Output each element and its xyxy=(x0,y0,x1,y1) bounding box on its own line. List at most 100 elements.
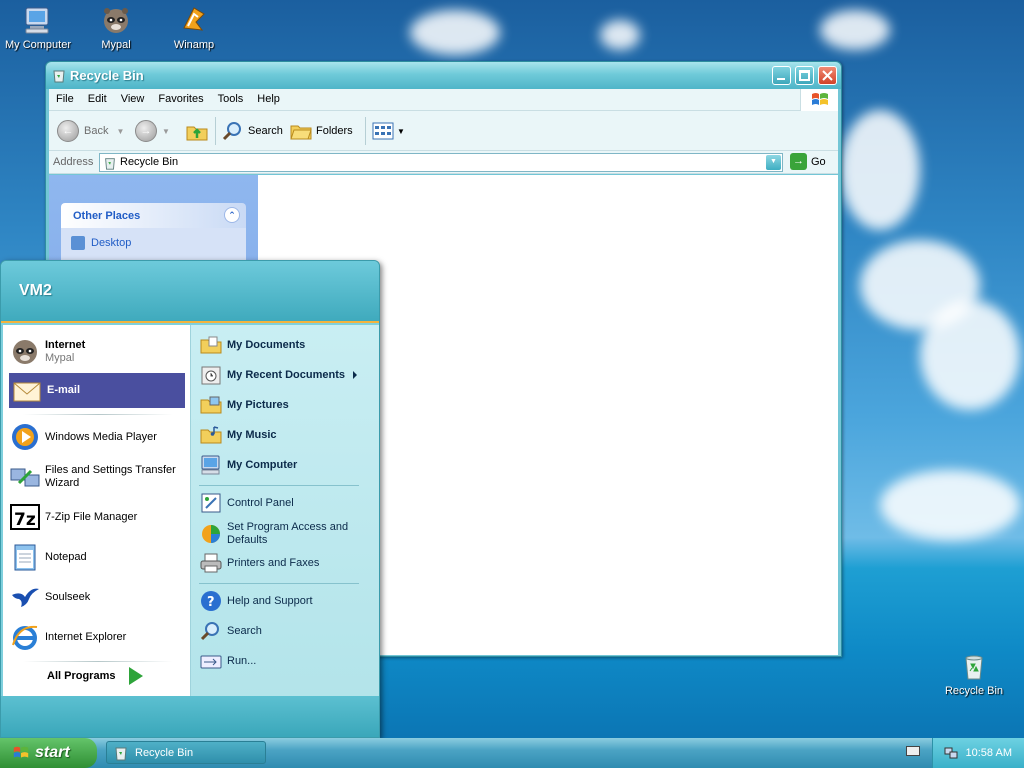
start-item-label: Internet xyxy=(45,338,86,351)
menu-bar: File Edit View Favorites Tools Help xyxy=(49,89,838,111)
desktop-icon xyxy=(71,236,85,250)
soulseek-bird-icon xyxy=(12,588,39,607)
clock[interactable]: 10:58 AM xyxy=(966,747,1012,759)
start-item-help-support[interactable]: ? Help and Support xyxy=(199,589,313,613)
menu-tools[interactable]: Tools xyxy=(211,89,251,105)
start-item-email[interactable]: E-mail xyxy=(9,373,185,408)
menu-file[interactable]: File xyxy=(49,89,81,105)
menu-help[interactable]: Help xyxy=(250,89,287,105)
start-item-notepad[interactable]: Notepad xyxy=(9,539,185,575)
chevron-down-icon: ▼ xyxy=(397,126,405,136)
raccoon-icon xyxy=(13,340,37,364)
control-panel-icon xyxy=(201,493,221,513)
start-item-my-recent-documents[interactable]: My Recent Documents xyxy=(199,363,377,387)
views-button[interactable]: ▼ xyxy=(371,119,405,143)
start-item-label: Notepad xyxy=(45,550,87,563)
start-item-label: My Pictures xyxy=(227,398,289,411)
system-tray: 10:58 AM xyxy=(932,738,1024,768)
start-item-internet[interactable]: Internet Mypal xyxy=(9,333,185,369)
media-player-icon xyxy=(12,424,38,450)
go-button[interactable]: → Go xyxy=(790,153,826,170)
search-button[interactable]: Search xyxy=(221,119,283,143)
toolbar-separator xyxy=(365,117,366,145)
folder-music-icon xyxy=(200,426,222,444)
submenu-arrow-icon xyxy=(352,371,357,379)
start-item-label: My Recent Documents xyxy=(227,368,345,381)
menu-view[interactable]: View xyxy=(114,89,152,105)
start-item-windows-media-player[interactable]: Windows Media Player xyxy=(9,419,185,455)
back-arrow-icon: ← xyxy=(57,120,79,142)
menu-favorites[interactable]: Favorites xyxy=(151,89,210,105)
all-programs-button[interactable]: All Programs xyxy=(47,667,144,685)
start-item-soulseek[interactable]: Soulseek xyxy=(9,579,185,615)
start-item-run[interactable]: Run... xyxy=(199,649,256,673)
start-item-my-documents[interactable]: My Documents xyxy=(199,333,305,357)
transfer-wizard-icon xyxy=(10,468,40,487)
network-icon[interactable] xyxy=(944,746,958,760)
start-item-label: E-mail xyxy=(47,384,81,396)
start-menu-divider xyxy=(23,661,173,662)
menu-edit[interactable]: Edit xyxy=(81,89,114,105)
chevron-down-icon: ▼ xyxy=(770,158,777,165)
up-button[interactable] xyxy=(185,119,209,143)
forward-button[interactable]: → ▼ xyxy=(135,119,170,143)
address-bar: Address Recycle Bin ▼ → Go xyxy=(49,151,838,174)
start-item-label: Soulseek xyxy=(45,590,91,603)
desktop-icon-my-computer[interactable]: My Computer xyxy=(0,4,76,51)
start-menu-places: My Documents My Recent Documents My Pict… xyxy=(190,325,379,697)
folders-label: Folders xyxy=(316,125,353,137)
close-button[interactable] xyxy=(818,66,837,85)
start-item-label: Windows Media Player xyxy=(45,430,157,443)
desktop-icon-mypal[interactable]: Mypal xyxy=(78,4,154,51)
folders-button[interactable]: Folders xyxy=(289,119,353,143)
notepad-icon xyxy=(14,544,36,571)
cloud xyxy=(840,110,920,230)
desktop-icon-winamp[interactable]: Winamp xyxy=(156,4,232,51)
start-button[interactable]: start xyxy=(0,738,97,768)
start-item-control-panel[interactable]: Control Panel xyxy=(199,491,294,515)
all-programs-label: All Programs xyxy=(47,670,116,682)
start-menu-header: VM2 xyxy=(1,261,379,323)
cloud xyxy=(410,10,500,55)
other-places-header[interactable]: Other Places ⌃ xyxy=(61,203,246,228)
maximize-button[interactable] xyxy=(795,66,814,85)
program-access-icon xyxy=(202,525,220,543)
address-input[interactable]: Recycle Bin ▼ xyxy=(99,153,783,172)
start-item-search[interactable]: Search xyxy=(199,619,262,643)
address-value: Recycle Bin xyxy=(120,156,179,168)
start-item-printers-faxes[interactable]: Printers and Faxes xyxy=(199,551,319,575)
keyboard-icon[interactable] xyxy=(906,746,920,756)
views-icon xyxy=(372,122,394,140)
green-arrow-icon xyxy=(129,667,144,685)
cloud xyxy=(600,20,640,50)
other-places-item-desktop[interactable]: Desktop xyxy=(71,236,236,250)
start-item-set-program-access[interactable]: Set Program Access and Defaults xyxy=(199,521,369,547)
folders-icon xyxy=(290,125,312,140)
folder-pictures-icon xyxy=(200,396,222,414)
svg-text:?: ? xyxy=(207,595,215,610)
chevron-down-icon: ▼ xyxy=(116,126,125,136)
desktop-icon-recycle-bin[interactable]: Recycle Bin xyxy=(936,650,1012,697)
start-item-label: My Computer xyxy=(227,458,298,471)
collapse-chevron-icon[interactable]: ⌃ xyxy=(224,207,240,223)
run-icon xyxy=(200,655,222,669)
window-titlebar[interactable]: Recycle Bin xyxy=(46,62,841,89)
start-item-7zip[interactable]: 7z 7-Zip File Manager xyxy=(9,499,185,535)
recycle-bin-icon xyxy=(115,747,127,760)
start-item-internet-explorer[interactable]: Internet Explorer xyxy=(9,619,185,655)
minimize-icon xyxy=(777,78,785,80)
start-item-my-music[interactable]: My Music xyxy=(199,423,277,447)
search-icon xyxy=(200,622,219,641)
start-item-label: Files and Settings Transfer Wizard xyxy=(45,464,176,489)
back-button[interactable]: ← Back ▼ xyxy=(57,119,124,143)
start-item-my-computer[interactable]: My Computer xyxy=(199,453,297,477)
address-label: Address xyxy=(53,156,94,168)
address-dropdown-button[interactable]: ▼ xyxy=(766,155,781,170)
folder-up-icon xyxy=(186,126,208,141)
start-item-files-settings-transfer[interactable]: Files and Settings Transfer Wizard xyxy=(9,459,185,495)
printer-icon xyxy=(200,553,222,573)
chevron-down-icon: ▼ xyxy=(162,126,170,136)
taskbar-item-recycle-bin[interactable]: Recycle Bin xyxy=(106,741,266,764)
start-item-my-pictures[interactable]: My Pictures xyxy=(199,393,289,417)
minimize-button[interactable] xyxy=(772,66,791,85)
